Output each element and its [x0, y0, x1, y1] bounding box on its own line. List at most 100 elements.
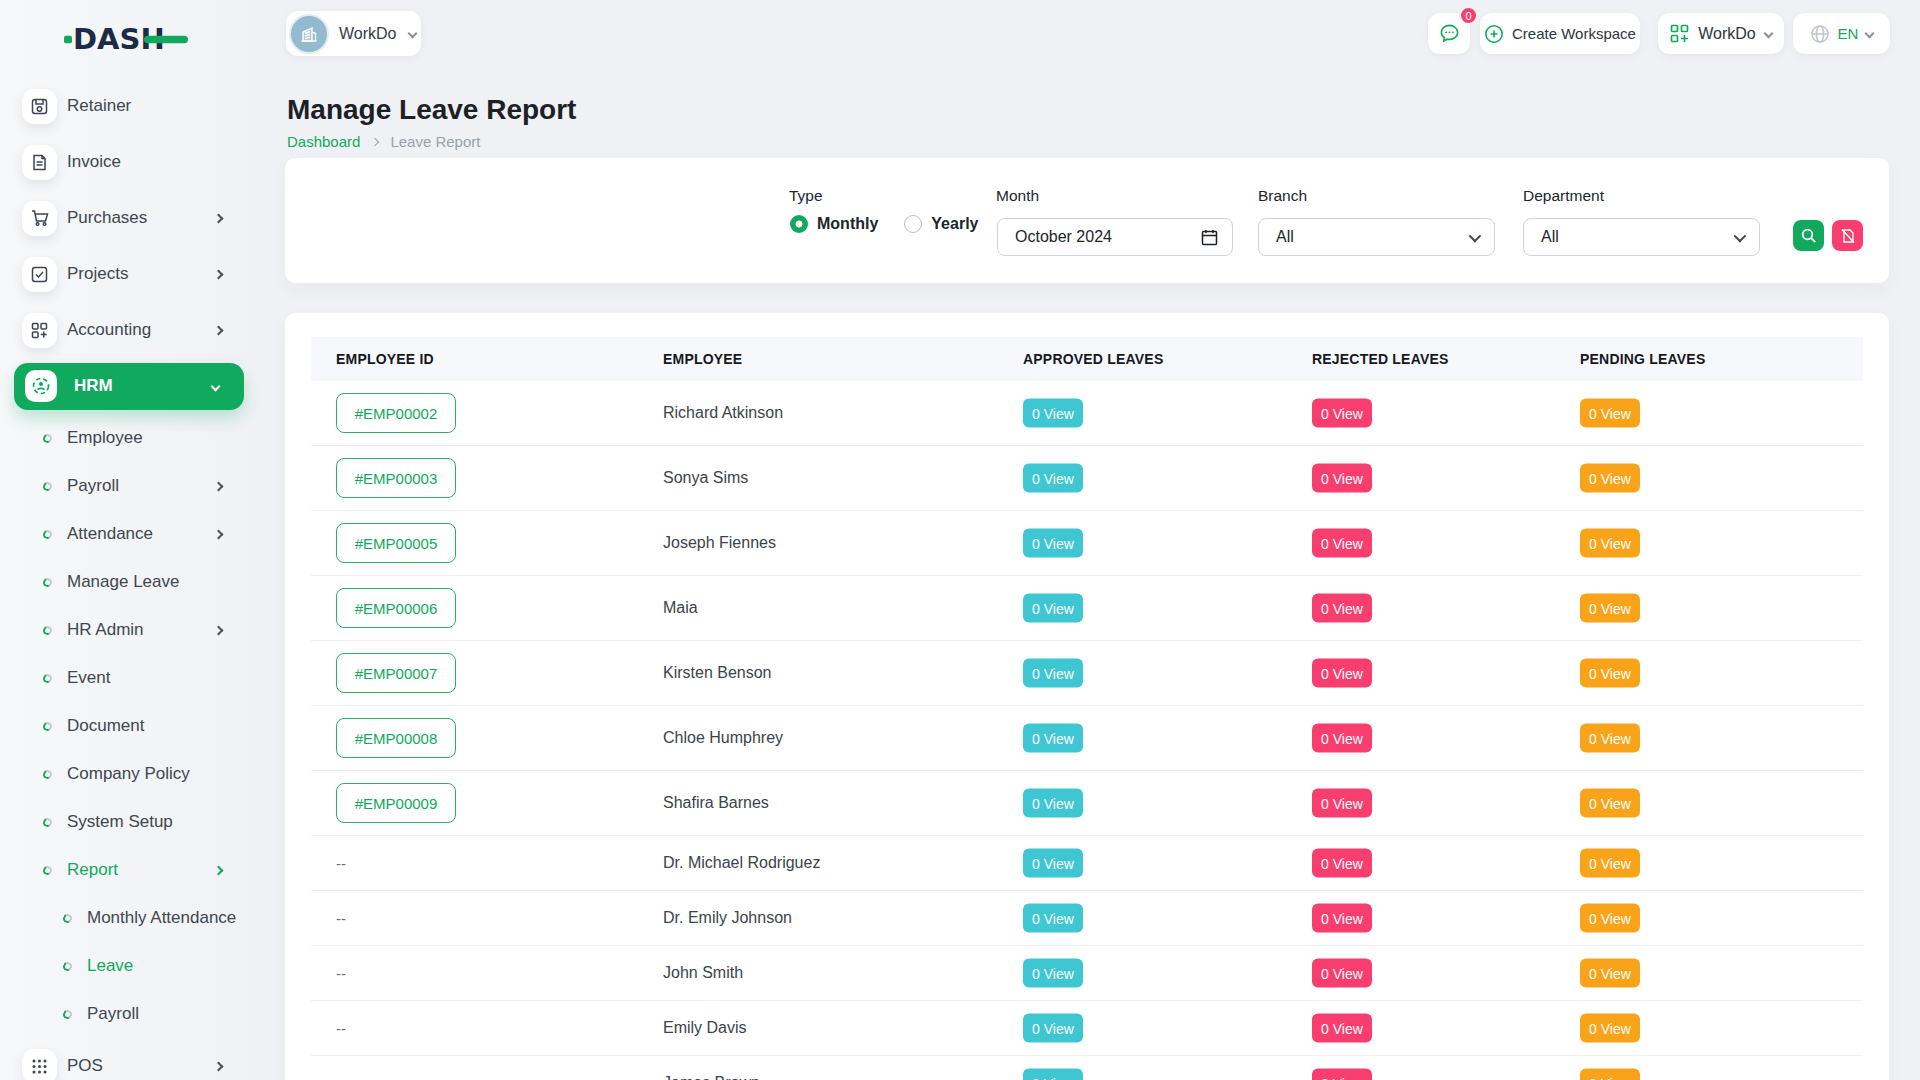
pending-leaves-view-button[interactable]: 0 View — [1580, 464, 1640, 493]
rejected-leaves-view-button[interactable]: 0 View — [1312, 464, 1372, 493]
sidebar-item-projects[interactable]: Projects — [0, 246, 260, 302]
rejected-leaves-view-button[interactable]: 0 View — [1312, 594, 1372, 623]
sidebar-item-report[interactable]: Report — [0, 846, 260, 894]
sidebar-item-event[interactable]: Event — [0, 654, 260, 702]
breadcrumb: Dashboard Leave Report — [287, 133, 480, 150]
brand-logo[interactable]: DASH — [64, 22, 194, 60]
workspace-selector[interactable]: WorkDo — [286, 11, 421, 56]
rejected-leaves-view-button[interactable]: 0 View — [1312, 659, 1372, 688]
employee-id-badge[interactable]: #EMP00009 — [336, 783, 456, 823]
sidebar-item-attendance[interactable]: Attendance — [0, 510, 260, 558]
pending-leaves-view-button[interactable]: 0 View — [1580, 399, 1640, 428]
employee-name: Chloe Humphrey — [663, 729, 783, 747]
approved-leaves-view-button[interactable]: 0 View — [1023, 904, 1083, 933]
rejected-leaves-view-button[interactable]: 0 View — [1312, 724, 1372, 753]
pending-leaves-view-button[interactable]: 0 View — [1580, 659, 1640, 688]
approved-leaves-view-button[interactable]: 0 View — [1023, 594, 1083, 623]
employee-id-badge[interactable]: #EMP00003 — [336, 458, 456, 498]
sidebar-item-employee[interactable]: Employee — [0, 414, 260, 462]
sidebar: DASH RetainerInvoice Purchases ProjectsAcc… — [0, 0, 260, 1080]
pending-leaves-view-button[interactable]: 0 View — [1580, 849, 1640, 878]
rejected-leaves-view-button[interactable]: 0 View — [1312, 849, 1372, 878]
radio-yearly[interactable] — [904, 215, 922, 233]
sidebar-item-invoice[interactable]: Invoice — [0, 134, 260, 190]
workspace-menu[interactable]: WorkDo — [1658, 13, 1784, 54]
approved-leaves-view-button[interactable]: 0 View — [1023, 1069, 1083, 1080]
employee-id-badge[interactable]: #EMP00007 — [336, 653, 456, 693]
globe-icon — [1810, 24, 1830, 44]
employee-name: Emily Davis — [663, 1019, 747, 1037]
sidebar-item-accounting[interactable]: Accounting — [0, 302, 260, 358]
sidebar-item-label: Monthly Attendance — [87, 908, 236, 928]
employee-name: James Brown — [663, 1074, 760, 1080]
sidebar-item-label: Purchases — [67, 208, 147, 228]
sidebar-item-company-policy[interactable]: Company Policy — [0, 750, 260, 798]
approved-leaves-view-button[interactable]: 0 View — [1023, 849, 1083, 878]
approved-leaves-view-button[interactable]: 0 View — [1023, 789, 1083, 818]
pending-leaves-view-button[interactable]: 0 View — [1580, 529, 1640, 558]
employee-id-badge[interactable]: #EMP00002 — [336, 393, 456, 433]
language-selector[interactable]: EN — [1793, 13, 1890, 54]
rejected-leaves-view-button[interactable]: 0 View — [1312, 959, 1372, 988]
pos-icon — [22, 1049, 57, 1080]
bullet-icon — [62, 912, 74, 924]
approved-leaves-view-button[interactable]: 0 View — [1023, 399, 1083, 428]
sidebar-item-system-setup[interactable]: System Setup — [0, 798, 260, 846]
create-workspace-button[interactable]: Create Workspace — [1480, 13, 1640, 54]
employee-id-badge[interactable]: #EMP00008 — [336, 718, 456, 758]
rejected-leaves-view-button[interactable]: 0 View — [1312, 904, 1372, 933]
month-input[interactable]: October 2024 — [997, 218, 1233, 256]
rejected-leaves-view-button[interactable]: 0 View — [1312, 1014, 1372, 1043]
pending-leaves-view-button[interactable]: 0 View — [1580, 1014, 1640, 1043]
type-label: Type — [789, 187, 823, 205]
sidebar-item-leave[interactable]: Leave — [0, 942, 260, 990]
reset-filter-button[interactable] — [1832, 220, 1863, 251]
sidebar-item-manage-leave[interactable]: Manage Leave — [0, 558, 260, 606]
col-approved-leaves: APPROVED LEAVES — [1023, 351, 1163, 367]
chat-icon — [1438, 22, 1461, 45]
approved-leaves-view-button[interactable]: 0 View — [1023, 959, 1083, 988]
sidebar-item-document[interactable]: Document — [0, 702, 260, 750]
sidebar-item-purchases[interactable]: Purchases — [0, 190, 260, 246]
pending-leaves-view-button[interactable]: 0 View — [1580, 959, 1640, 988]
sidebar-item-pos[interactable]: POS — [0, 1038, 260, 1080]
radio-monthly[interactable] — [790, 215, 808, 233]
sidebar-item-hrm[interactable]: HRM — [14, 363, 244, 410]
rejected-leaves-view-button[interactable]: 0 View — [1312, 789, 1372, 818]
pending-leaves-view-button[interactable]: 0 View — [1580, 1069, 1640, 1080]
rejected-leaves-view-button[interactable]: 0 View — [1312, 399, 1372, 428]
messages-count-badge: 0 — [1459, 6, 1478, 25]
sidebar-item-hr-admin[interactable]: HR Admin — [0, 606, 260, 654]
table-row: #EMP00002Richard Atkinson0 View0 View0 V… — [311, 381, 1863, 446]
sidebar-item-label: System Setup — [67, 812, 173, 832]
sidebar-item-payroll[interactable]: Payroll — [0, 990, 260, 1038]
breadcrumb-dashboard-link[interactable]: Dashboard — [287, 133, 360, 150]
rejected-leaves-view-button[interactable]: 0 View — [1312, 529, 1372, 558]
table-body: #EMP00002Richard Atkinson0 View0 View0 V… — [311, 381, 1863, 1080]
branch-select[interactable]: All — [1258, 218, 1495, 256]
search-button[interactable] — [1793, 220, 1824, 251]
sidebar-item-payroll[interactable]: Payroll — [0, 462, 260, 510]
sidebar-item-monthly-attendance[interactable]: Monthly Attendance — [0, 894, 260, 942]
pending-leaves-view-button[interactable]: 0 View — [1580, 724, 1640, 753]
approved-leaves-view-button[interactable]: 0 View — [1023, 724, 1083, 753]
sidebar-item-retainer[interactable]: Retainer — [0, 78, 260, 134]
pending-leaves-view-button[interactable]: 0 View — [1580, 789, 1640, 818]
sidebar-item-label: POS — [67, 1056, 103, 1076]
workspace-avatar — [291, 16, 327, 52]
pending-leaves-view-button[interactable]: 0 View — [1580, 594, 1640, 623]
department-select[interactable]: All — [1523, 218, 1760, 256]
rejected-leaves-view-button[interactable]: 0 View — [1312, 1069, 1372, 1080]
employee-name: Kirsten Benson — [663, 664, 772, 682]
messages-button[interactable]: 0 — [1428, 13, 1470, 54]
approved-leaves-view-button[interactable]: 0 View — [1023, 529, 1083, 558]
employee-id-badge[interactable]: #EMP00005 — [336, 523, 456, 563]
chevron-down-icon — [211, 381, 221, 391]
employee-name: Shafira Barnes — [663, 794, 769, 812]
employee-id-badge[interactable]: #EMP00006 — [336, 588, 456, 628]
approved-leaves-view-button[interactable]: 0 View — [1023, 464, 1083, 493]
pending-leaves-view-button[interactable]: 0 View — [1580, 904, 1640, 933]
sidebar-item-label: Attendance — [67, 524, 153, 544]
approved-leaves-view-button[interactable]: 0 View — [1023, 659, 1083, 688]
approved-leaves-view-button[interactable]: 0 View — [1023, 1014, 1083, 1043]
